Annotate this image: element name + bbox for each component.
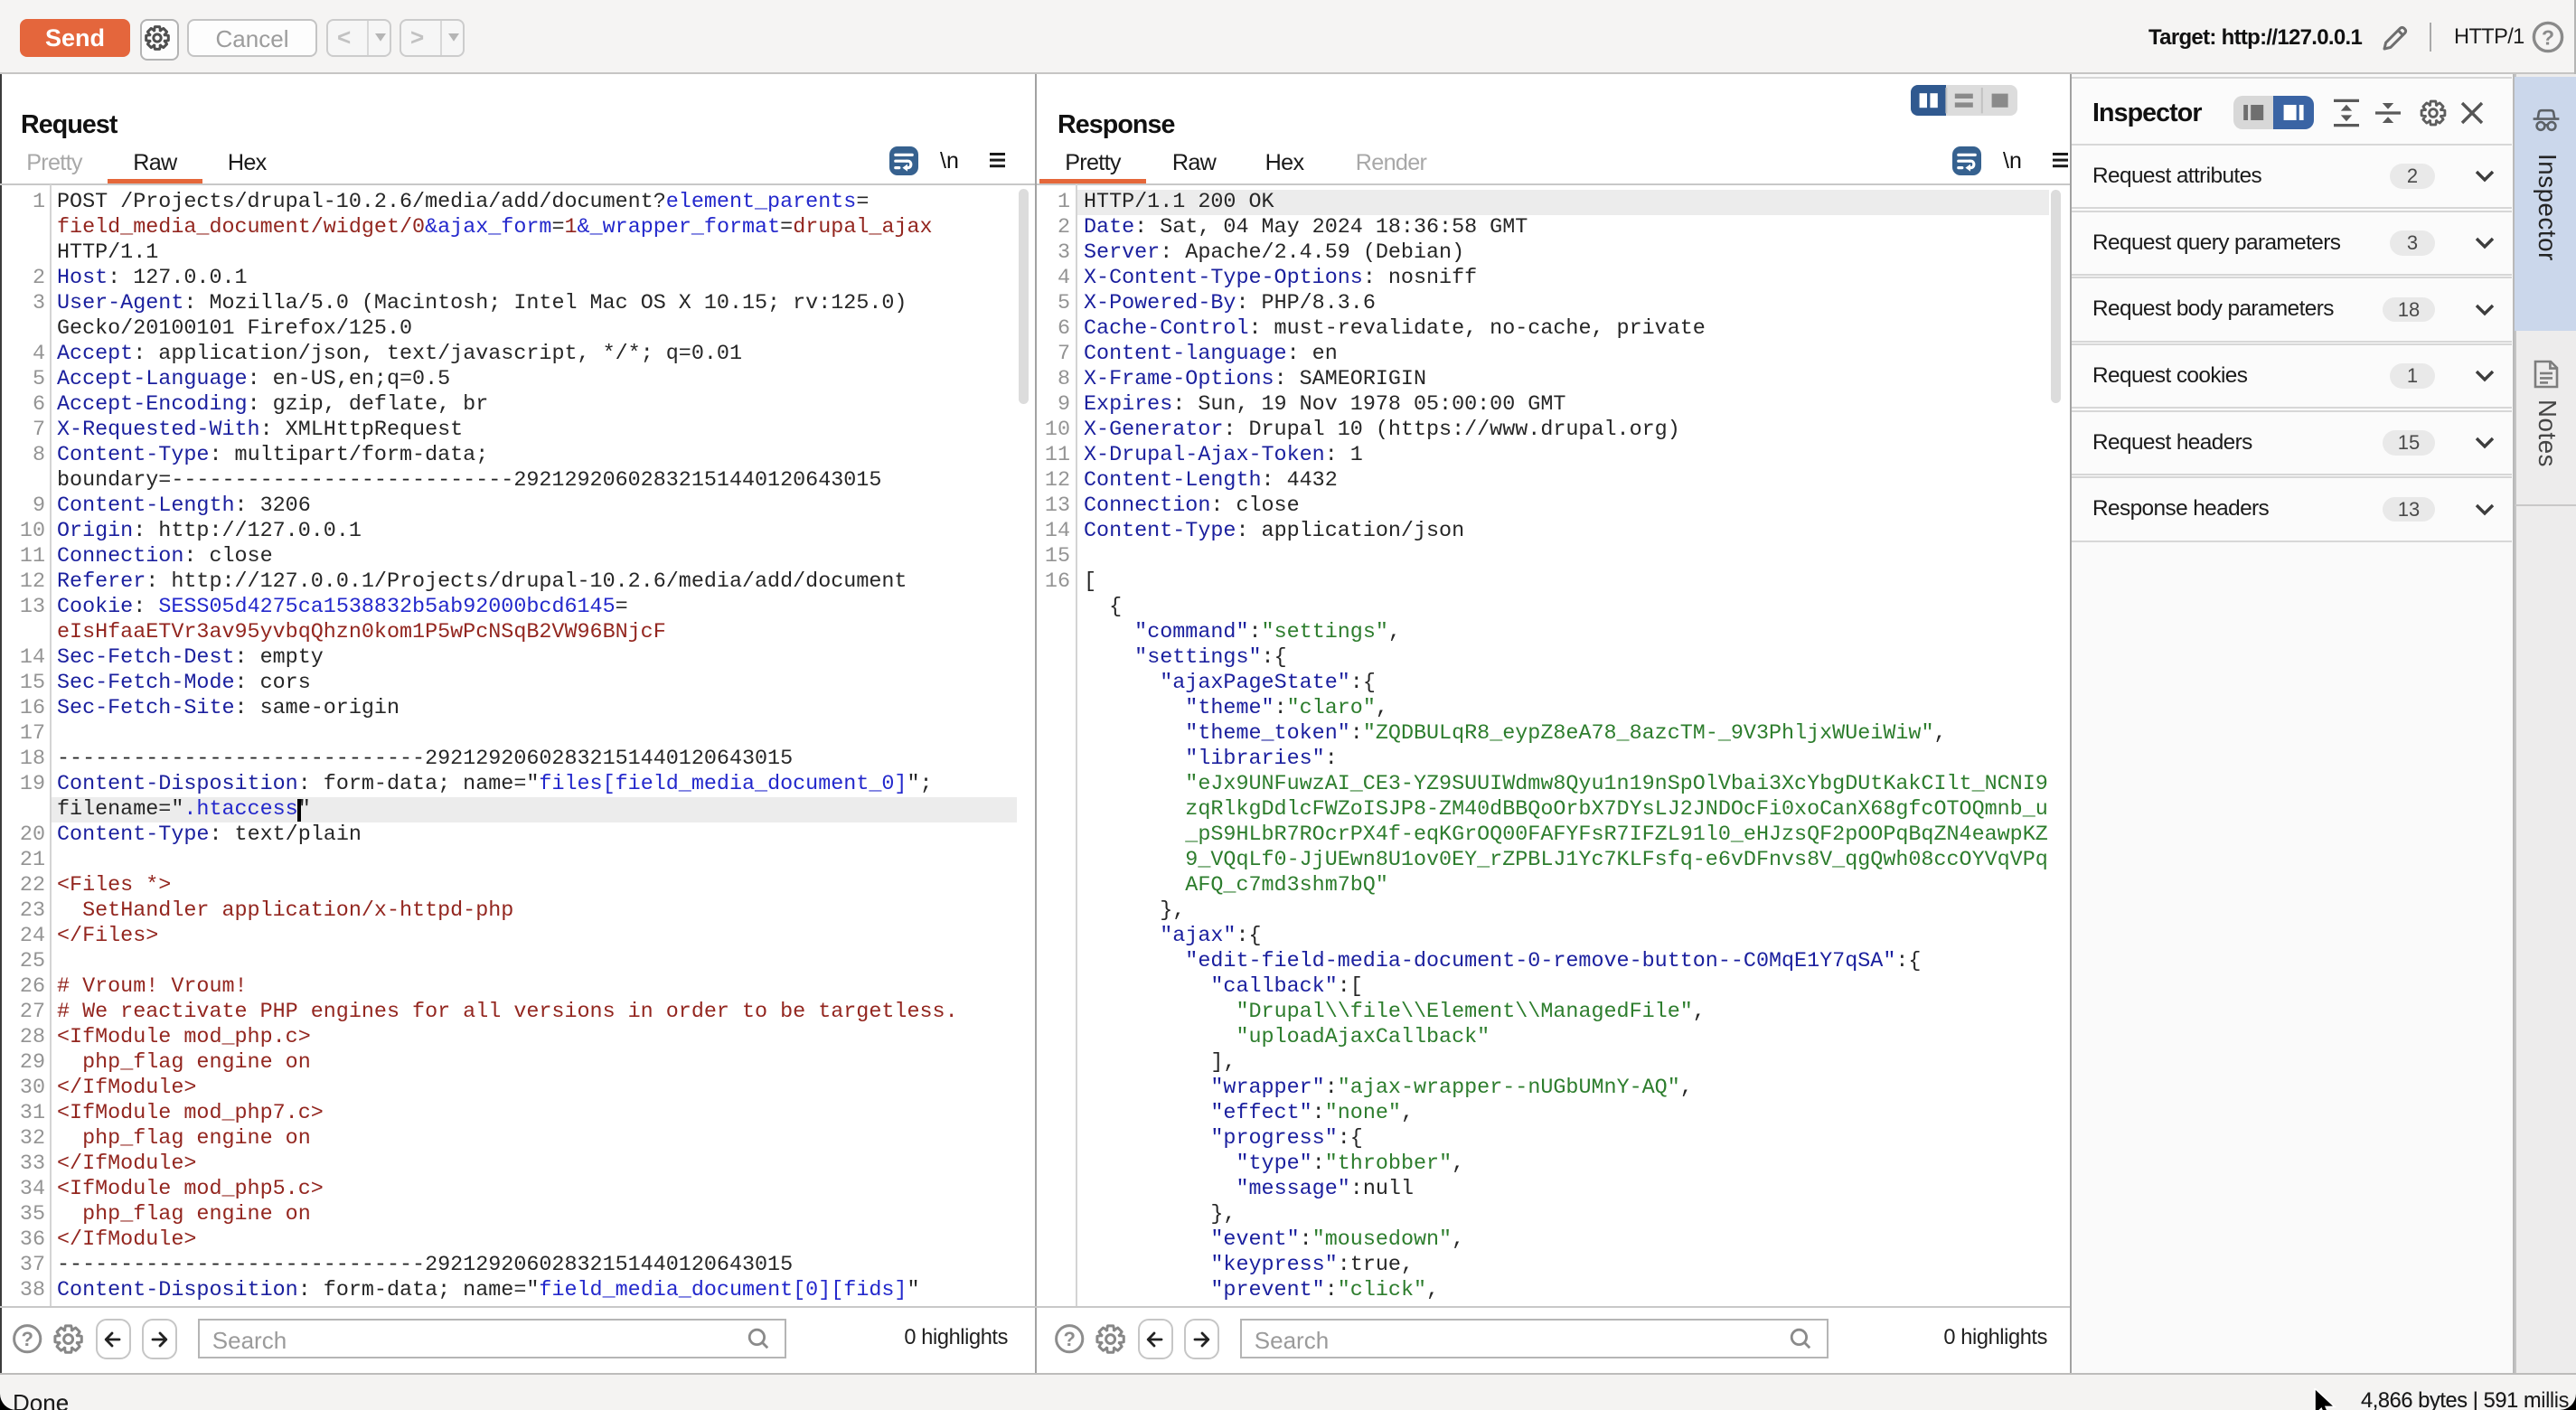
svg-text:?: ? <box>1064 1329 1076 1351</box>
svg-text:?: ? <box>2542 25 2554 49</box>
svg-text:?: ? <box>22 1329 33 1351</box>
